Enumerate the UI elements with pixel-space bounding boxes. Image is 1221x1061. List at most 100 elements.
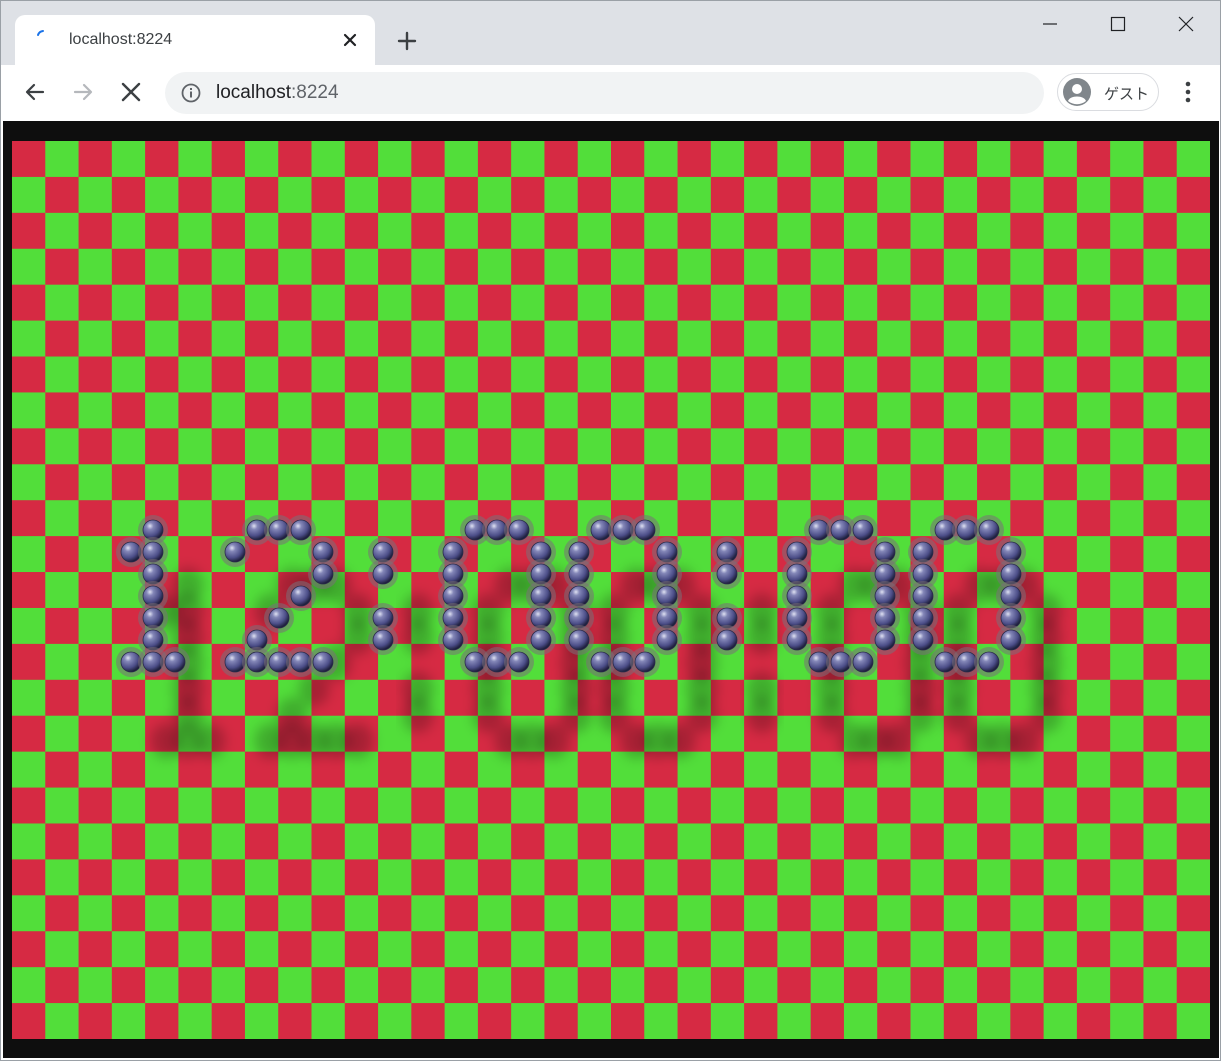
floor-tile [611, 392, 645, 429]
floor-tile [378, 392, 412, 429]
floor-tile [78, 895, 113, 932]
floor-tile [45, 715, 79, 753]
shadow-blob [746, 619, 778, 655]
new-tab-button[interactable] [394, 28, 420, 54]
floor-tile [111, 859, 146, 896]
floor-tile [45, 248, 79, 286]
floor-tile [1010, 967, 1045, 1004]
floor-tile [577, 428, 612, 465]
floor-tile [1143, 212, 1178, 250]
floor-tile [843, 284, 878, 321]
floor-tile [577, 212, 612, 250]
floor-tile [1076, 464, 1111, 501]
floor-tile [311, 1003, 346, 1039]
floor-tile [45, 931, 79, 968]
floor-tile [943, 823, 978, 860]
floor-tile [111, 823, 146, 860]
floor-tile [1010, 1003, 1045, 1039]
floor-tile [12, 931, 46, 968]
floor-tile [1010, 248, 1045, 286]
floor-tile [977, 1003, 1011, 1039]
floor-tile [544, 176, 579, 214]
floor-tile [45, 967, 79, 1004]
floor-tile [544, 428, 579, 465]
floor-tile [111, 320, 146, 357]
digit-sphere [786, 629, 808, 651]
floor-tile [1143, 500, 1178, 537]
floor-tile [311, 859, 346, 896]
back-button[interactable] [20, 77, 50, 107]
address-bar[interactable]: localhost:8224 [165, 72, 1044, 114]
floor-tile [677, 500, 712, 537]
floor-tile [78, 320, 113, 357]
shadow-blob [560, 697, 592, 733]
floor-tile [211, 859, 246, 896]
floor-tile [178, 248, 213, 286]
floor-tile [943, 320, 978, 357]
floor-tile [45, 572, 79, 609]
floor-tile [12, 176, 46, 214]
profile-button[interactable]: ゲスト [1057, 73, 1159, 111]
floor-tile [511, 679, 545, 717]
floor-tile [611, 823, 645, 860]
floor-tile [843, 428, 878, 465]
floor-tile [211, 141, 246, 178]
floor-tile [1043, 1003, 1078, 1039]
floor-tile [45, 536, 79, 573]
floor-tile [677, 823, 712, 860]
floor-tile [311, 248, 346, 286]
floor-tile [1043, 895, 1078, 932]
floor-tile [977, 679, 1011, 717]
floor-tile [1110, 356, 1144, 393]
clock-scene-canvas[interactable] [3, 121, 1219, 1058]
info-icon[interactable] [181, 83, 201, 103]
digit-sphere [224, 541, 246, 563]
close-tab-button[interactable] [338, 28, 362, 52]
floor-tile [1143, 751, 1178, 788]
shadow-blob [598, 697, 630, 733]
forward-button[interactable] [68, 77, 98, 107]
floor-tile [45, 464, 79, 501]
floor-tile [910, 284, 945, 321]
floor-tile [78, 643, 113, 681]
floor-tile [278, 464, 312, 501]
floor-tile [511, 895, 545, 932]
maximize-button[interactable] [1095, 9, 1141, 39]
floor-tile [12, 500, 46, 537]
floor-tile [843, 679, 878, 717]
floor-tile [1076, 356, 1111, 393]
browser-menu-button[interactable] [1173, 77, 1203, 107]
floor-tile [444, 212, 479, 250]
floor-tile [677, 320, 712, 357]
floor-tile [278, 392, 312, 429]
floor-tile [444, 931, 479, 968]
digit-sphere [1000, 629, 1022, 651]
close-window-button[interactable] [1163, 9, 1209, 39]
floor-tile [411, 500, 446, 537]
stop-loading-button[interactable] [116, 77, 146, 107]
floor-tile [378, 1003, 412, 1039]
floor-tile [1110, 607, 1144, 645]
floor-tile [910, 356, 945, 393]
floor-tile [344, 464, 379, 501]
floor-tile [244, 679, 279, 717]
tab-localhost[interactable]: localhost:8224 [15, 15, 375, 65]
floor-tile [1143, 284, 1178, 321]
floor-tile [910, 787, 945, 824]
maximize-icon [1110, 16, 1126, 32]
floor-tile [877, 931, 911, 968]
floor-tile [1143, 715, 1178, 753]
floor-tile [145, 967, 179, 1004]
floor-tile [644, 141, 678, 178]
floor-tile [677, 141, 712, 178]
digit-sphere [716, 563, 738, 585]
floor-tile [411, 1003, 446, 1039]
floor-tile [777, 428, 812, 465]
floor-tile [1010, 823, 1045, 860]
floor-tile [977, 428, 1011, 465]
floor-tile [378, 176, 412, 214]
floor-tile [577, 392, 612, 429]
minimize-button[interactable] [1027, 9, 1073, 39]
floor-tile [1110, 859, 1144, 896]
floor-tile [411, 248, 446, 286]
